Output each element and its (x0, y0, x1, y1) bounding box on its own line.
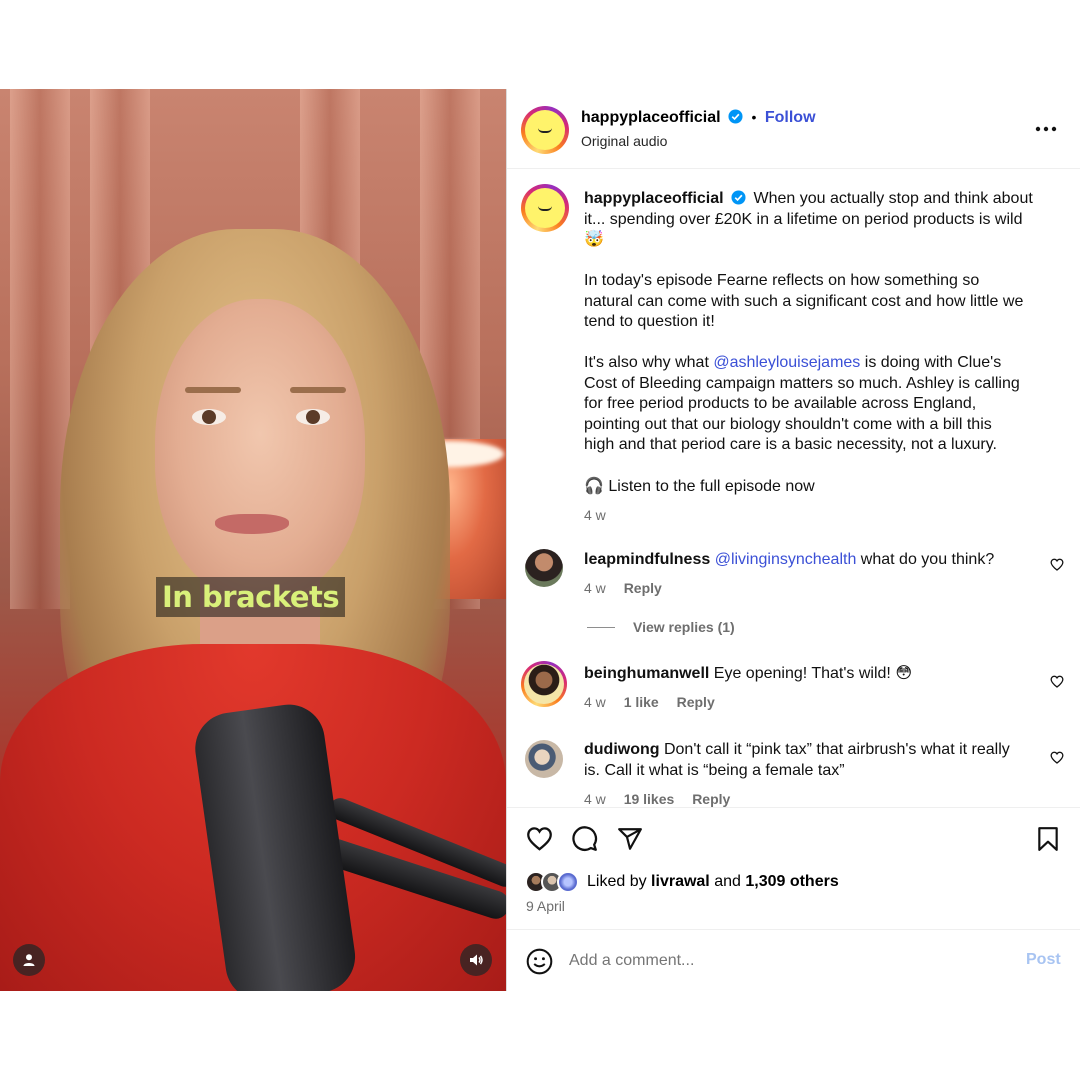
comment-icon[interactable] (571, 825, 598, 852)
caption-line: is doing with Clue's (860, 354, 1002, 371)
emoji-icon[interactable] (526, 948, 553, 975)
caption-line: for free period products to be available… (584, 395, 977, 413)
commenter-username[interactable]: dudiwong (584, 741, 660, 758)
speaker-icon (470, 954, 483, 966)
caption-author-avatar[interactable] (521, 184, 569, 232)
video-caption: In brackets (156, 577, 346, 617)
eyebrow-right (290, 387, 346, 393)
heart-icon[interactable] (1050, 751, 1064, 764)
commenter-username[interactable]: leapmindfulness (584, 551, 710, 568)
comment-text: is. Call it what is “being a female tax” (584, 762, 845, 779)
user-icon (23, 954, 35, 966)
audio-label[interactable]: Original audio (581, 133, 667, 149)
post-details-panel: happyplaceofficial • Follow Original aud… (506, 89, 1080, 991)
comment-likes[interactable]: 19 likes (624, 791, 675, 807)
caption-line: tend to question it! (584, 313, 715, 331)
caption-listen-line: 🎧 Listen to the full episode now (584, 477, 1054, 498)
caption-line: pointing out that our biology shouldn't … (584, 415, 992, 433)
comment-text: what do you think? (856, 551, 995, 568)
comment-time[interactable]: 4 w (584, 694, 606, 710)
liked-by-user[interactable]: livrawal (651, 873, 710, 890)
caption-line: it... spending over £20K in a lifetime o… (584, 210, 1023, 228)
tagged-user-button[interactable] (13, 944, 45, 976)
commenter-avatar[interactable] (521, 661, 567, 707)
caption-line: Cost of Bleeding campaign matters so muc… (584, 374, 1020, 392)
heart-icon[interactable] (1050, 675, 1064, 688)
verified-icon (731, 190, 746, 205)
reply-button[interactable]: Reply (677, 694, 715, 710)
liked-by-prefix: Liked by (587, 873, 652, 890)
reply-button[interactable]: Reply (692, 791, 730, 807)
post-actions: Liked by livrawal and 1,309 others 9 Apr… (507, 807, 1080, 930)
view-replies-button[interactable]: View replies (1) (633, 619, 735, 635)
caption-emoji: 🤯 (584, 231, 604, 249)
caption-line: When you actually stop and think about (753, 190, 1033, 207)
mention-link[interactable]: @livinginsynchealth (715, 551, 857, 568)
heart-icon[interactable] (526, 826, 553, 851)
post-modal: In brackets happyplaceofficial • Follow … (0, 89, 1080, 991)
mute-toggle-button[interactable] (460, 944, 492, 976)
liked-by-others[interactable]: 1,309 others (745, 873, 838, 890)
comment-text: Eye opening! That's wild! 😳 (709, 665, 912, 682)
person-mouth (215, 514, 289, 534)
commenter-avatar[interactable] (525, 740, 563, 778)
heart-icon[interactable] (1050, 558, 1064, 571)
headphones-icon: 🎧 (584, 478, 604, 495)
comment-input[interactable] (569, 946, 989, 976)
caption-line: It's also why what (584, 354, 714, 371)
eyebrow-left (185, 387, 241, 393)
caption-username[interactable]: happyplaceofficial (584, 190, 724, 207)
comment-likes[interactable]: 1 like (624, 694, 659, 710)
person-face (155, 299, 365, 599)
caption-line: In today's episode Fearne reflects on ho… (584, 272, 980, 289)
eye-left (192, 409, 226, 425)
caption-first-paragraph: happyplaceofficial When you actually sto… (584, 189, 1054, 251)
commenter-username[interactable]: beinghumanwell (584, 665, 709, 682)
caption-second-paragraph: In today's episode Fearne reflects on ho… (584, 271, 1054, 333)
caption-line: Listen to the full episode now (608, 478, 815, 495)
liked-by-middle: and (709, 873, 746, 890)
commenter-avatar[interactable] (525, 549, 563, 587)
view-replies-line (587, 627, 615, 628)
post-header: happyplaceofficial • Follow Original aud… (507, 89, 1080, 169)
caption-line: high and that period care is a basic nec… (584, 436, 997, 454)
follow-button[interactable]: Follow (765, 109, 816, 126)
comment-text: Don't call it “pink tax” that airbrush's… (659, 741, 1010, 758)
caption-line: natural can come with such a significant… (584, 292, 1024, 310)
liked-by-text: Liked by livrawal and 1,309 others (587, 873, 839, 891)
author-avatar[interactable] (521, 106, 569, 154)
comment-composer: Post (507, 929, 1080, 991)
liked-by-avatars[interactable] (525, 871, 585, 893)
post-date[interactable]: 9 April (526, 898, 565, 914)
video-player[interactable]: In brackets (0, 89, 506, 991)
caption-third-paragraph: It's also why what @ashleylouisejames is… (584, 353, 1054, 456)
mention-link[interactable]: @ashleylouisejames (713, 354, 860, 371)
more-options-icon[interactable] (1035, 126, 1057, 132)
comment-time[interactable]: 4 w (584, 580, 606, 596)
post-timestamp[interactable]: 4 w (584, 507, 606, 523)
separator-dot: • (751, 109, 757, 125)
share-icon[interactable] (617, 826, 643, 852)
author-username[interactable]: happyplaceofficial (581, 109, 721, 126)
eye-right (296, 409, 330, 425)
post-comment-button[interactable]: Post (1026, 951, 1061, 969)
reply-button[interactable]: Reply (624, 580, 662, 596)
comment-time[interactable]: 4 w (584, 791, 606, 807)
bookmark-icon[interactable] (1037, 826, 1059, 852)
verified-icon (728, 109, 743, 124)
